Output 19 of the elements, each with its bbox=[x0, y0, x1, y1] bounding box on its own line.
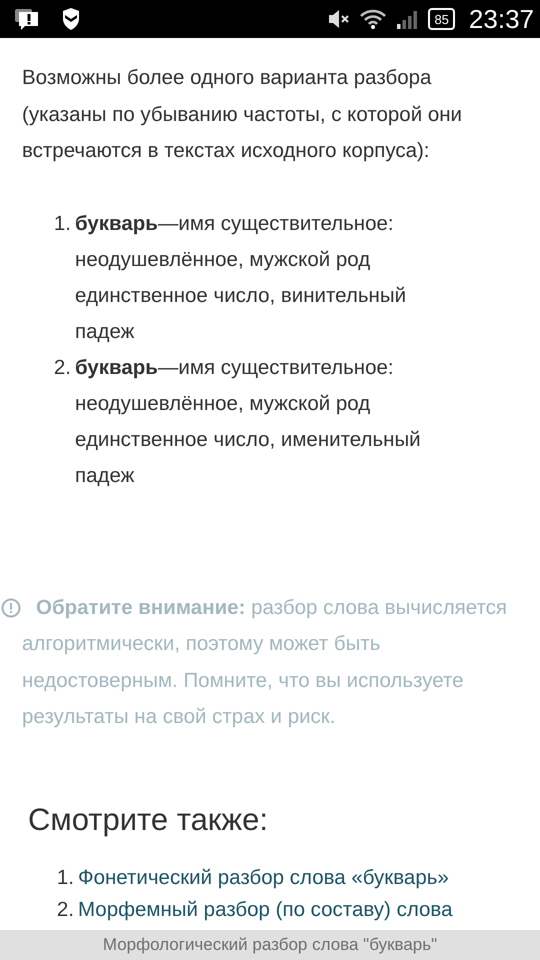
shield-icon bbox=[62, 8, 80, 30]
wifi-icon bbox=[360, 9, 386, 29]
list-number: 2. bbox=[56, 896, 74, 922]
parse-result: букварь—имя существительное: неодушевлённое, мужской род единственное число, именительный падеж bbox=[75, 354, 422, 488]
list-number: 1. bbox=[52, 210, 71, 236]
info-icon bbox=[1, 598, 21, 618]
notice-text: Обратите внимание: разбор слова вычисляется алгоритмически, поэтому может быть недостоверным. Помните, что вы используете результаты на свой страх и риск. bbox=[22, 594, 508, 730]
page-title-toast: Морфологический разбор слова "букварь" bbox=[0, 930, 540, 960]
clock: 23:37 bbox=[468, 4, 534, 34]
list-number: 2. bbox=[52, 354, 71, 380]
section-heading: Смотрите также: bbox=[28, 800, 269, 838]
battery-level: 85 bbox=[434, 12, 449, 26]
link[interactable]: Фонетический разбор слова «букварь» bbox=[78, 862, 449, 894]
list-number: 1. bbox=[56, 864, 74, 890]
paragraph: Возможны более одного варианта разбора (указаны по убыванию частоты, с которой они встречаются в текстах исходного корпуса): bbox=[22, 65, 464, 164]
muted-speaker-icon bbox=[328, 9, 350, 29]
chat-alert-icon bbox=[14, 7, 40, 31]
signal-icon bbox=[396, 8, 418, 30]
link[interactable]: Морфемный разбор (по составу) слова bbox=[78, 894, 452, 926]
